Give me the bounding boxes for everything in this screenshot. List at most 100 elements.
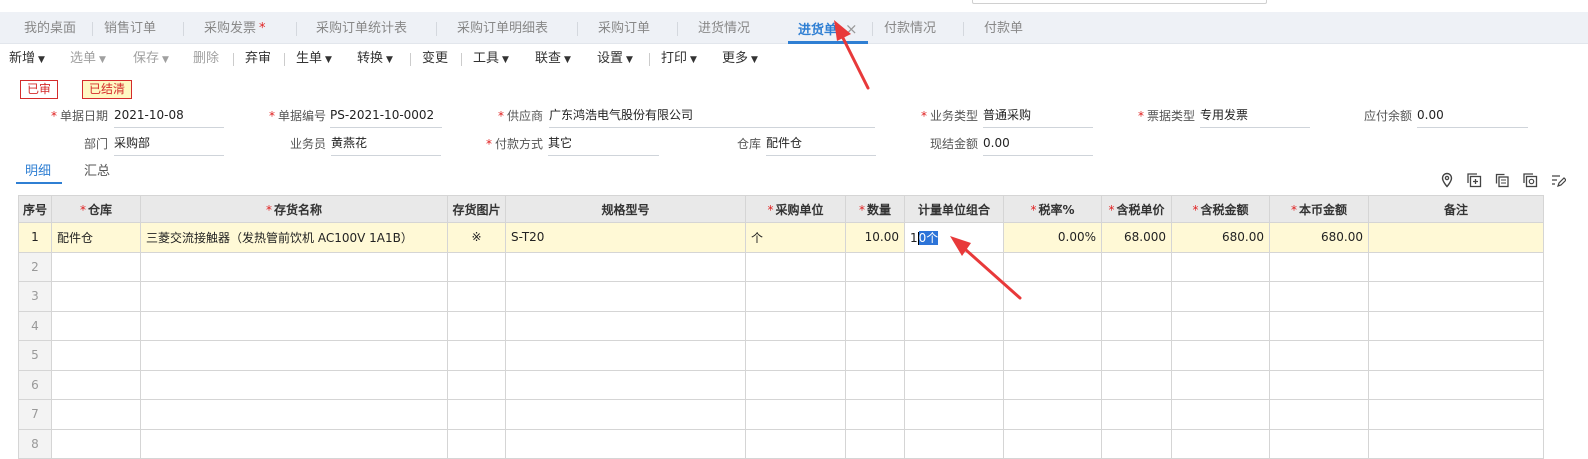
biztype-field[interactable]: 普通采购 <box>983 106 1093 128</box>
unaudit-button[interactable]: 弃审 <box>245 44 271 74</box>
tab-sales-order[interactable]: 销售订单 <box>104 12 156 44</box>
tab-separator <box>183 22 184 36</box>
tab-bar: 我的桌面 销售订单 采购发票 * 采购订单统计表 采购订单明细表 采购订单 进货情… <box>0 12 1588 44</box>
row-number: 3 <box>18 281 52 312</box>
table-row[interactable]: 5 <box>18 340 1544 371</box>
dept-field[interactable]: 采购部 <box>114 134 224 156</box>
chevron-down-icon: ▼ <box>626 55 633 65</box>
detail-grid: 序号 * 仓库 * 存货名称 存货图片 规格型号 * 采购单位 * 数量 计量单位组合 … <box>18 195 1544 459</box>
row-number: 6 <box>18 369 52 400</box>
supplier-field[interactable]: 广东鸿浩电气股份有限公司 <box>549 106 875 128</box>
selected-text: 0个 <box>918 230 939 245</box>
col-header-amount[interactable]: * 含税金额 <box>1171 195 1270 223</box>
tab-receipt-status[interactable]: 进货情况 <box>698 12 750 44</box>
tab-po-detail[interactable]: 采购订单明细表 <box>457 12 548 44</box>
save-button[interactable]: 保存 ▼ <box>133 44 169 74</box>
tab-payment-voucher[interactable]: 付款单 <box>984 12 1023 44</box>
cell-amount[interactable]: 680.00 <box>1171 222 1270 253</box>
chevron-down-icon: ▼ <box>690 55 697 65</box>
cell-warehouse[interactable]: 配件仓 <box>51 222 141 253</box>
cell-unit[interactable]: 个 <box>745 222 846 253</box>
more-button[interactable]: 更多 ▼ <box>722 44 758 74</box>
top-strip <box>0 0 1588 12</box>
delete-button[interactable]: 删除 <box>193 44 219 74</box>
date-label: * 单据日期 <box>50 109 108 123</box>
col-header-unit[interactable]: * 采购单位 <box>745 195 846 223</box>
col-header-warehouse[interactable]: * 仓库 <box>51 195 141 223</box>
chevron-down-icon: ▼ <box>162 55 169 65</box>
col-header-image[interactable]: 存货图片 <box>447 195 506 223</box>
subtab-summary[interactable]: 汇总 <box>84 163 110 185</box>
toolbar-separator <box>233 53 234 66</box>
tab-purchase-invoice[interactable]: 采购发票 * <box>204 12 266 44</box>
cash-field[interactable]: 0.00 <box>983 134 1093 156</box>
row-number: 4 <box>18 310 52 341</box>
cell-image[interactable]: ※ <box>447 222 506 253</box>
toolbar-separator <box>461 53 462 66</box>
supplier-label: * 供应商 <box>497 109 543 123</box>
tab-po-statistics[interactable]: 采购订单统计表 <box>316 12 407 44</box>
cell-local-amount[interactable]: 680.00 <box>1269 222 1369 253</box>
add-row-icon[interactable] <box>1466 172 1482 188</box>
col-header-price[interactable]: * 含税单价 <box>1101 195 1172 223</box>
cell-name[interactable]: 三菱交流接触器（发热管前饮机 AC100V 1A1B） <box>140 222 448 253</box>
row-number: 2 <box>18 251 52 282</box>
cell-tax[interactable]: 0.00% <box>1003 222 1102 253</box>
col-header-spec[interactable]: 规格型号 <box>505 195 746 223</box>
col-header-qty[interactable]: * 数量 <box>845 195 905 223</box>
cell-remark[interactable] <box>1368 222 1544 253</box>
chevron-down-icon: ▼ <box>325 55 332 65</box>
convert-button[interactable]: 转换 ▼ <box>357 44 393 74</box>
col-header-remark[interactable]: 备注 <box>1368 195 1544 223</box>
location-pin-icon[interactable] <box>1439 172 1455 188</box>
date-field[interactable]: 2021-10-08 <box>114 106 224 128</box>
tab-my-desktop[interactable]: 我的桌面 <box>24 12 76 44</box>
close-icon[interactable]: × <box>845 20 858 38</box>
chevron-down-icon: ▼ <box>751 55 758 65</box>
col-header-local-amount[interactable]: * 本币金额 <box>1269 195 1369 223</box>
settings-button[interactable]: 设置 ▼ <box>597 44 633 74</box>
invtype-field[interactable]: 专用发票 <box>1200 106 1310 128</box>
column-settings-icon[interactable] <box>1522 172 1538 188</box>
tab-separator <box>677 22 678 36</box>
cell-price[interactable]: 68.000 <box>1101 222 1172 253</box>
copy-row-icon[interactable] <box>1494 172 1510 188</box>
print-button[interactable]: 打印 ▼ <box>661 44 697 74</box>
table-row[interactable]: 2 <box>18 251 1544 282</box>
docno-label: * 单据编号 <box>268 109 326 123</box>
col-header-name[interactable]: * 存货名称 <box>140 195 448 223</box>
docno-field[interactable]: PS-2021-10-0002 <box>330 106 442 128</box>
row-number: 5 <box>18 340 52 371</box>
tab-goods-receipt[interactable]: 进货单 × <box>798 12 858 44</box>
toolbar-separator <box>284 53 285 66</box>
clerk-field[interactable]: 黄燕花 <box>331 134 441 156</box>
tools-button[interactable]: 工具 ▼ <box>473 44 509 74</box>
row-number: 1 <box>18 222 52 253</box>
table-row[interactable]: 6 <box>18 369 1544 400</box>
table-row[interactable]: 1 配件仓 三菱交流接触器（发热管前饮机 AC100V 1A1B） ※ S-T2… <box>18 222 1544 253</box>
change-button[interactable]: 变更 <box>422 44 448 74</box>
new-button[interactable]: 新增 ▼ <box>9 44 45 74</box>
cell-spec[interactable]: S-T20 <box>505 222 746 253</box>
col-header-tax[interactable]: * 税率% <box>1003 195 1102 223</box>
toolbar-separator <box>649 53 650 66</box>
select-doc-button[interactable]: 选单 ▼ <box>70 44 106 74</box>
cell-qty[interactable]: 10.00 <box>845 222 905 253</box>
tab-payment-status[interactable]: 付款情况 <box>884 12 936 44</box>
linked-query-button[interactable]: 联查 ▼ <box>535 44 571 74</box>
warehouse-field[interactable]: 配件仓 <box>766 134 876 156</box>
tab-purchase-order[interactable]: 采购订单 <box>598 12 650 44</box>
status-badge-settled: 已结清 <box>82 80 133 99</box>
col-header-unit-combo[interactable]: 计量单位组合 <box>904 195 1004 223</box>
generate-button[interactable]: 生单 ▼ <box>296 44 332 74</box>
cell-unit-combo[interactable]: 10个 <box>904 222 1004 253</box>
table-row[interactable]: 7 <box>18 399 1544 430</box>
row-number: 7 <box>18 399 52 430</box>
paymethod-label: * 付款方式 <box>485 137 543 151</box>
table-row[interactable]: 8 <box>18 428 1544 459</box>
paymethod-field[interactable]: 其它 <box>548 134 659 156</box>
table-row[interactable]: 3 <box>18 281 1544 312</box>
global-search-input[interactable] <box>972 0 1267 4</box>
table-row[interactable]: 4 <box>18 310 1544 341</box>
edit-icon[interactable] <box>1550 172 1566 188</box>
